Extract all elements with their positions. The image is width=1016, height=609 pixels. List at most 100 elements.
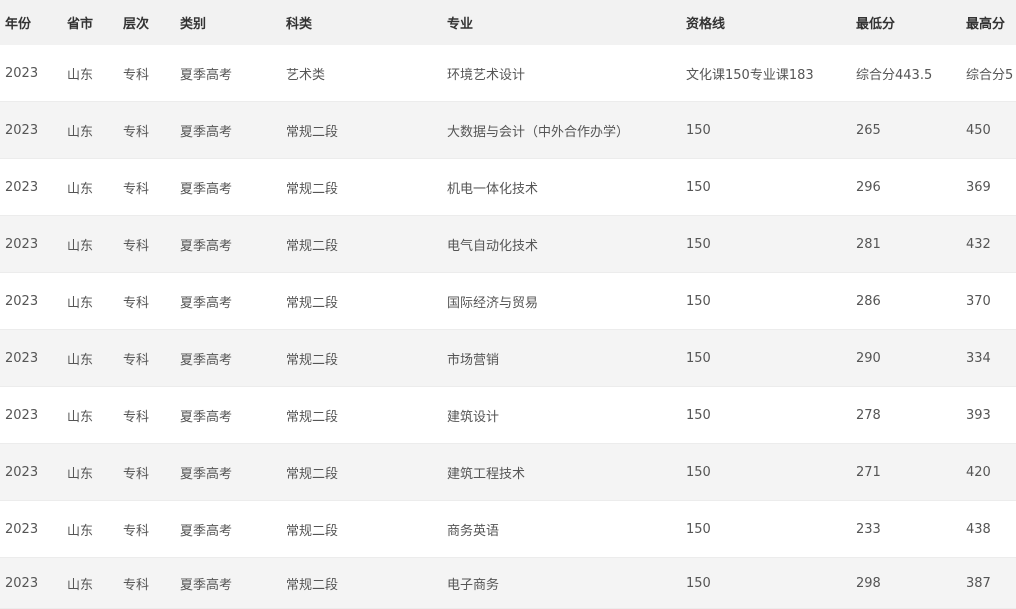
cell-year: 2023 (5, 407, 39, 423)
table-row: 2023 山东 专科 夏季高考 常规二段 建筑设计 150 278 393 (0, 387, 1016, 444)
cell-max-score: 334 (966, 350, 991, 366)
cell-min-score: 265 (856, 122, 881, 138)
cell-subject-type: 常规二段 (286, 238, 339, 254)
cell-min-score: 296 (856, 179, 881, 195)
cell-category: 夏季高考 (180, 466, 233, 482)
cell-province: 山东 (67, 523, 94, 539)
cell-level: 专科 (123, 124, 150, 140)
cell-category: 夏季高考 (180, 409, 233, 425)
cell-year: 2023 (5, 179, 39, 195)
header-qualification-line[interactable]: 资格线 (686, 0, 854, 45)
header-province[interactable]: 省市 (67, 0, 122, 45)
header-category[interactable]: 类别 (180, 0, 285, 45)
table-row: 2023 山东 专科 夏季高考 常规二段 建筑工程技术 150 271 420 (0, 444, 1016, 501)
cell-province: 山东 (67, 295, 94, 311)
cell-level: 专科 (123, 577, 150, 593)
cell-year: 2023 (5, 122, 39, 138)
cell-level: 专科 (123, 295, 150, 311)
table-row: 2023 山东 专科 夏季高考 常规二段 国际经济与贸易 150 286 370 (0, 273, 1016, 330)
cell-min-score: 290 (856, 350, 881, 366)
cell-year: 2023 (5, 350, 39, 366)
cell-major: 大数据与会计（中外合作办学） (447, 124, 630, 140)
header-major[interactable]: 专业 (447, 0, 684, 45)
cell-category: 夏季高考 (180, 238, 233, 254)
cell-province: 山东 (67, 124, 94, 140)
table-row: 2023 山东 专科 夏季高考 常规二段 市场营销 150 290 334 (0, 330, 1016, 387)
header-year[interactable]: 年份 (5, 0, 65, 45)
cell-province: 山东 (67, 409, 94, 425)
table-row: 2023 山东 专科 夏季高考 常规二段 商务英语 150 233 438 (0, 501, 1016, 558)
cell-category: 夏季高考 (180, 352, 233, 368)
cell-province: 山东 (67, 67, 94, 83)
header-max-score[interactable]: 最高分 (966, 0, 1016, 45)
cell-province: 山东 (67, 577, 94, 593)
cell-major: 国际经济与贸易 (447, 295, 539, 311)
cell-major: 商务英语 (447, 523, 500, 539)
cell-year: 2023 (5, 236, 39, 252)
admission-scores-table: 年份 省市 层次 类别 科类 专业 资格线 最低分 最高分 2023 山东 专科… (0, 0, 1016, 609)
cell-level: 专科 (123, 466, 150, 482)
cell-major: 机电一体化技术 (447, 181, 539, 197)
cell-subject-type: 常规二段 (286, 181, 339, 197)
cell-min-score: 233 (856, 521, 881, 537)
cell-min-score: 281 (856, 236, 881, 252)
table-header: 年份 省市 层次 类别 科类 专业 资格线 最低分 最高分 (0, 0, 1016, 45)
cell-major: 建筑设计 (447, 409, 500, 425)
cell-qualification-line: 150 (686, 236, 711, 252)
cell-qualification-line: 文化课150专业课183 (686, 67, 814, 83)
cell-province: 山东 (67, 181, 94, 197)
cell-category: 夏季高考 (180, 67, 233, 83)
cell-min-score: 298 (856, 575, 881, 591)
cell-level: 专科 (123, 181, 150, 197)
cell-qualification-line: 150 (686, 464, 711, 480)
table-row: 2023 山东 专科 夏季高考 常规二段 电气自动化技术 150 281 432 (0, 216, 1016, 273)
cell-major: 环境艺术设计 (447, 67, 526, 83)
cell-category: 夏季高考 (180, 577, 233, 593)
cell-year: 2023 (5, 293, 39, 309)
table-row: 2023 山东 专科 夏季高考 常规二段 电子商务 150 298 387 (0, 558, 1016, 609)
cell-province: 山东 (67, 466, 94, 482)
cell-qualification-line: 150 (686, 293, 711, 309)
cell-qualification-line: 150 (686, 122, 711, 138)
cell-level: 专科 (123, 352, 150, 368)
cell-subject-type: 艺术类 (286, 67, 326, 83)
cell-subject-type: 常规二段 (286, 577, 339, 593)
cell-subject-type: 常规二段 (286, 466, 339, 482)
cell-major: 电子商务 (447, 577, 500, 593)
header-level[interactable]: 层次 (123, 0, 178, 45)
cell-subject-type: 常规二段 (286, 523, 339, 539)
cell-category: 夏季高考 (180, 124, 233, 140)
table-row: 2023 山东 专科 夏季高考 常规二段 机电一体化技术 150 296 369 (0, 159, 1016, 216)
cell-level: 专科 (123, 409, 150, 425)
cell-min-score: 278 (856, 407, 881, 423)
table-row: 2023 山东 专科 夏季高考 常规二段 大数据与会计（中外合作办学） 150 … (0, 102, 1016, 159)
cell-qualification-line: 150 (686, 350, 711, 366)
cell-min-score: 271 (856, 464, 881, 480)
cell-province: 山东 (67, 238, 94, 254)
cell-major: 电气自动化技术 (447, 238, 539, 254)
cell-year: 2023 (5, 65, 39, 81)
cell-qualification-line: 150 (686, 179, 711, 195)
cell-category: 夏季高考 (180, 523, 233, 539)
cell-max-score: 369 (966, 179, 991, 195)
cell-max-score: 432 (966, 236, 991, 252)
header-subject-type[interactable]: 科类 (286, 0, 446, 45)
cell-year: 2023 (5, 464, 39, 480)
cell-year: 2023 (5, 575, 39, 591)
cell-max-score: 393 (966, 407, 991, 423)
table-row: 2023 山东 专科 夏季高考 艺术类 环境艺术设计 文化课150专业课183 … (0, 45, 1016, 102)
cell-category: 夏季高考 (180, 181, 233, 197)
cell-province: 山东 (67, 352, 94, 368)
cell-min-score: 286 (856, 293, 881, 309)
cell-qualification-line: 150 (686, 407, 711, 423)
cell-max-score: 438 (966, 521, 991, 537)
cell-min-score: 综合分443.5 (856, 67, 933, 83)
header-min-score[interactable]: 最低分 (856, 0, 964, 45)
cell-category: 夏季高考 (180, 295, 233, 311)
cell-max-score: 450 (966, 122, 991, 138)
cell-major: 市场营销 (447, 352, 500, 368)
cell-max-score: 综合分5 (966, 67, 1014, 83)
cell-subject-type: 常规二段 (286, 352, 339, 368)
cell-subject-type: 常规二段 (286, 124, 339, 140)
cell-max-score: 420 (966, 464, 991, 480)
